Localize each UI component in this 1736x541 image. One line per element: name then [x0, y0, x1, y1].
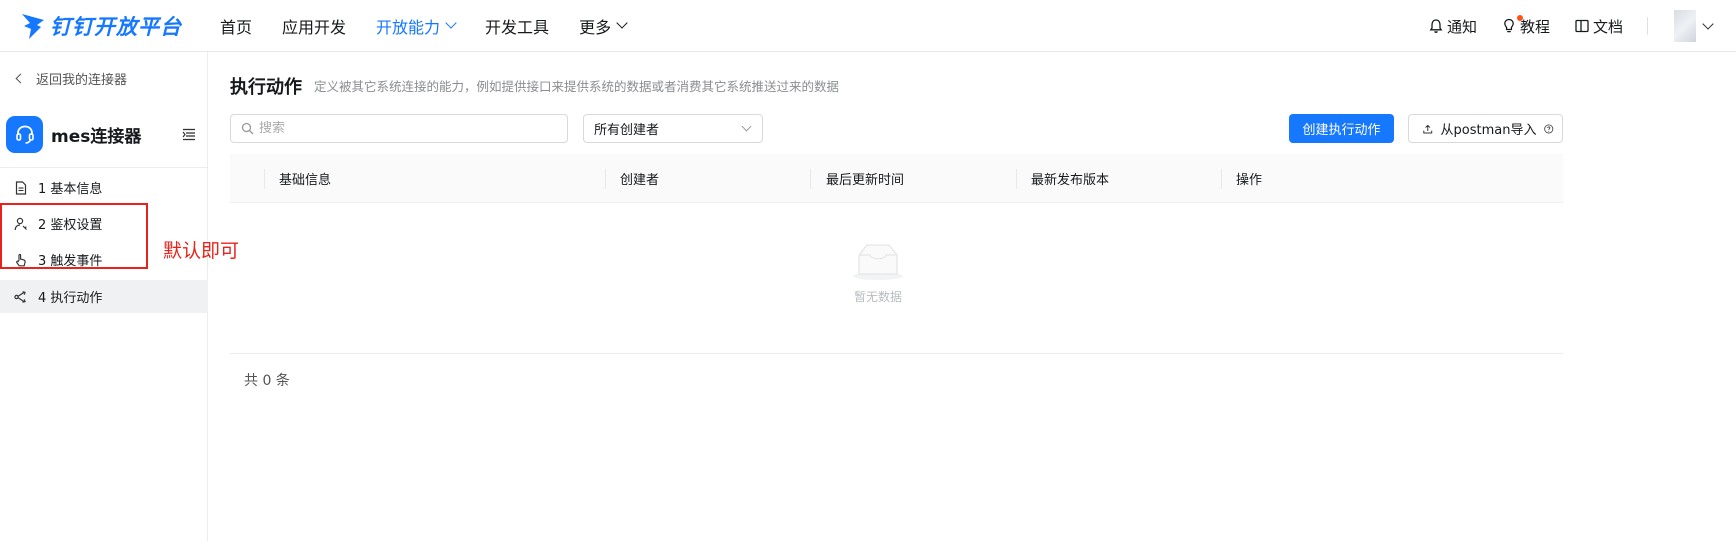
empty-text: 暂无数据 [853, 290, 902, 304]
total-count: 共 0 条 [244, 373, 290, 389]
import-postman-label: 从postman导入 [1440, 123, 1537, 138]
nav-right: 通知 教程 文档 [1428, 0, 1736, 52]
back-label: 返回我的连接器 [36, 73, 128, 88]
column-latest-version: 最新发布版本 [1031, 173, 1110, 188]
column-divider [264, 169, 265, 189]
upload-icon [1423, 124, 1433, 133]
chevron-down-icon[interactable] [1702, 18, 1714, 30]
empty-state: 暂无数据 [828, 240, 928, 305]
page-title: 执行动作 [230, 77, 302, 98]
sidebar-item-actions[interactable]: 4 执行动作 [0, 280, 208, 313]
creator-filter-value: 所有创建者 [594, 123, 660, 138]
connector-header: mes连接器 [6, 115, 202, 153]
sidebar-item-label: 1 基本信息 [38, 182, 103, 197]
nav-open-capability[interactable]: 开放能力 [376, 14, 457, 38]
sidebar-divider [0, 167, 208, 168]
nav-app-dev[interactable]: 应用开发 [282, 14, 346, 38]
nav-home-label: 首页 [220, 17, 253, 37]
avatar[interactable] [1674, 10, 1696, 42]
creator-filter-select[interactable]: 所有创建者 [583, 114, 763, 143]
bell-icon [1429, 19, 1443, 33]
column-divider [1016, 169, 1017, 189]
column-divider [605, 169, 606, 189]
tutorial-label: 教程 [1519, 17, 1550, 36]
search-icon [241, 122, 254, 135]
nav-home[interactable]: 首页 [220, 14, 252, 38]
lightbulb-icon [1504, 18, 1514, 33]
table-header: 基础信息 创建者 最后更新时间 最新发布版本 操作 [230, 154, 1563, 203]
sidebar-item-label: 4 执行动作 [38, 291, 103, 306]
brand-name: 钉钉开放平台 [50, 14, 182, 39]
chevron-down-icon [445, 17, 457, 29]
book-icon [1575, 19, 1589, 33]
nav-more-label: 更多 [579, 17, 612, 37]
import-postman-button[interactable]: 从postman导入 [1408, 114, 1563, 143]
chevron-down-icon [741, 121, 752, 132]
empty-inbox-icon [853, 244, 903, 280]
docs-label: 文档 [1592, 17, 1623, 36]
page-description: 定义被其它系统连接的能力，例如提供接口来提供系统的数据或者消费其它系统推送过来的… [314, 79, 840, 94]
column-actions: 操作 [1236, 173, 1263, 188]
dingtalk-bird-icon [22, 13, 44, 39]
create-action-button[interactable]: 创建执行动作 [1289, 114, 1394, 143]
nav-more[interactable]: 更多 [579, 14, 628, 38]
top-nav: 钉钉开放平台 首页 应用开发 开放能力 开发工具 更多 通知 教程 文档 [0, 0, 1736, 52]
search-input[interactable] [259, 121, 549, 136]
collapse-menu-icon[interactable] [182, 127, 196, 141]
main-nav: 首页 应用开发 开放能力 开发工具 更多 [220, 0, 656, 52]
connector-name: mes连接器 [51, 126, 142, 147]
nav-app-dev-label: 应用开发 [282, 17, 347, 37]
column-last-updated: 最后更新时间 [826, 173, 905, 188]
column-creator: 创建者 [620, 173, 660, 188]
notify-button[interactable]: 通知 [1428, 16, 1477, 37]
search-box[interactable] [230, 114, 568, 143]
column-divider [810, 169, 811, 189]
main-content: 执行动作 定义被其它系统连接的能力，例如提供接口来提供系统的数据或者消费其它系统… [208, 52, 1736, 541]
chevron-down-icon [616, 17, 628, 29]
annotation-box [0, 203, 148, 269]
column-basic-info: 基础信息 [279, 173, 332, 188]
sidebar-item-basic-info[interactable]: 1 基本信息 [0, 171, 208, 204]
back-to-connectors-link[interactable]: 返回我的连接器 [14, 69, 127, 88]
connector-icon [6, 115, 43, 153]
column-divider [1221, 169, 1222, 189]
help-circle-icon[interactable] [1544, 123, 1554, 135]
chevron-left-icon [15, 73, 26, 84]
nav-dev-tools[interactable]: 开发工具 [485, 14, 549, 38]
sidebar: 返回我的连接器 mes连接器 1 基本信息 2 鉴权设置 3 触发事件 4 执行… [0, 52, 208, 541]
document-icon [15, 180, 27, 195]
headset-icon [15, 125, 34, 144]
nav-divider [1647, 17, 1648, 35]
tutorial-button[interactable]: 教程 [1501, 15, 1550, 37]
nav-open-capability-label: 开放能力 [376, 17, 441, 37]
dingtalk-logo[interactable]: 钉钉开放平台 [20, 0, 220, 52]
share-flow-icon [14, 290, 26, 303]
notify-label: 通知 [1446, 17, 1477, 36]
table-footer-divider [230, 353, 1563, 354]
docs-button[interactable]: 文档 [1574, 16, 1623, 37]
notification-dot [1516, 15, 1523, 21]
nav-dev-tools-label: 开发工具 [485, 17, 550, 37]
